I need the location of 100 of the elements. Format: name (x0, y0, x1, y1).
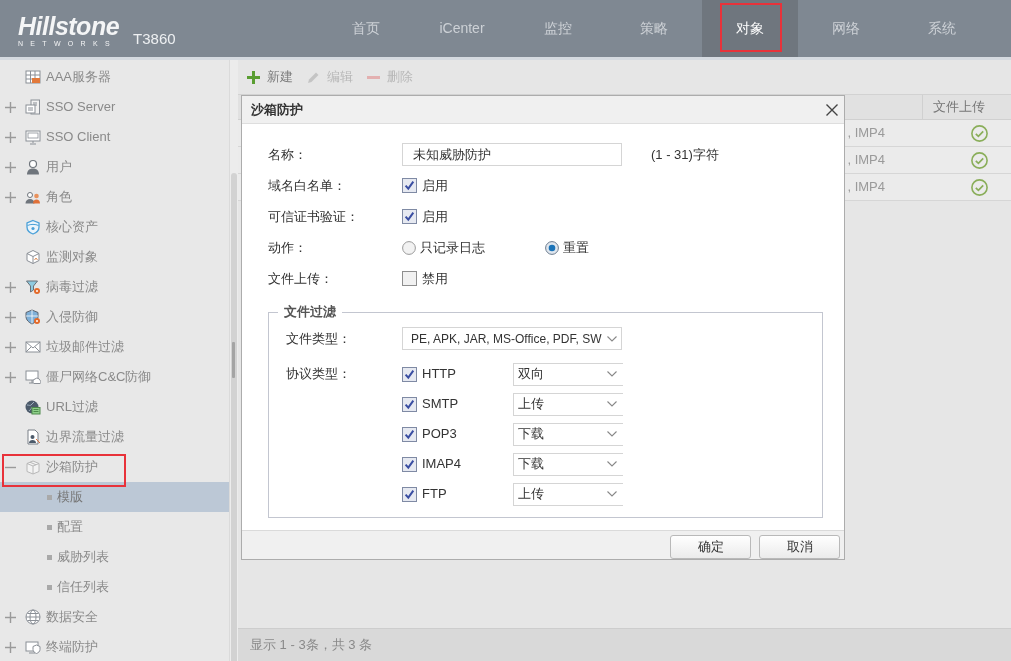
sidebar-item[interactable]: 用户 (0, 152, 229, 182)
nav-tab[interactable]: 策略 (606, 0, 702, 57)
field-label: 文件上传： (268, 269, 334, 288)
nav-tab[interactable]: 监控 (510, 0, 606, 57)
checkbox[interactable] (402, 486, 417, 502)
sidebar-item[interactable]: 边界流量过滤 (0, 422, 229, 452)
checkbox[interactable] (402, 456, 417, 472)
radio-label: 只记录日志 (420, 238, 485, 257)
envelope-icon (25, 339, 41, 355)
checkbox-label: IMAP4 (422, 455, 461, 474)
sidebar-item[interactable]: URL过滤 (0, 392, 229, 422)
file-type-select[interactable]: PE, APK, JAR, MS-Office, PDF, SW (402, 327, 622, 350)
table-row-text: , IMP4 (847, 124, 885, 143)
checkbox-label: 启用 (422, 176, 448, 195)
sidebar-item[interactable]: 沙箱防护 (0, 452, 229, 482)
field-label: 名称： (268, 145, 308, 164)
scrollbar-thumb[interactable] (231, 173, 237, 661)
bullet-icon (47, 524, 52, 530)
plus-icon[interactable] (5, 341, 16, 353)
sidebar-item[interactable]: 配置 (0, 512, 229, 542)
checkbox-label: SMTP (422, 395, 459, 414)
model-label: T3860 (133, 30, 176, 48)
close-icon[interactable] (826, 103, 838, 116)
plus-icon[interactable] (5, 641, 16, 653)
checkbox-label: FTP (422, 485, 447, 504)
minus-icon (367, 75, 380, 79)
sidebar-item[interactable]: 监测对象 (0, 242, 229, 272)
plus-icon[interactable] (5, 191, 16, 203)
cancel-button[interactable]: 取消 (759, 535, 840, 559)
input-hint: (1 - 31)字符 (651, 145, 719, 164)
checkbox[interactable] (402, 178, 417, 193)
direction-select[interactable]: 上传 (513, 392, 623, 416)
sidebar-item[interactable]: 模版 (0, 482, 229, 512)
sidebar-item[interactable]: SSO Server (0, 92, 229, 122)
radio-button[interactable] (545, 240, 559, 255)
sidebar-item[interactable]: 数据安全 (0, 602, 229, 632)
chevron-down-icon (607, 491, 617, 497)
status-text: 显示 1 - 3条，共 3 条 (250, 636, 373, 655)
nav-tab[interactable]: 系统 (894, 0, 990, 57)
table-row-text: , IMP4 (847, 178, 885, 197)
chevron-down-icon (607, 431, 617, 437)
server-icon (25, 69, 41, 85)
plus-icon[interactable] (5, 101, 16, 113)
shield-icon (25, 309, 41, 325)
nav-tab[interactable]: 网络 (798, 0, 894, 57)
scrollbar[interactable] (229, 60, 238, 661)
sidebar-item[interactable]: AAA服务器 (0, 62, 229, 92)
checkbox[interactable] (402, 396, 417, 412)
pencil-icon (307, 70, 320, 84)
chevron-down-icon (607, 461, 617, 467)
sidebar-item[interactable]: 核心资产 (0, 212, 229, 242)
sidebar-item[interactable]: 威胁列表 (0, 542, 229, 572)
sidebar-item[interactable]: 角色 (0, 182, 229, 212)
plus-icon[interactable] (5, 281, 16, 293)
confirm-button[interactable]: 确定 (670, 535, 751, 559)
monitor-icon (25, 129, 41, 145)
radio-button[interactable] (402, 240, 416, 255)
nav-tab[interactable]: 对象 (702, 0, 798, 57)
funnel-icon (25, 279, 41, 295)
server-icon (25, 99, 41, 115)
sidebar-item[interactable]: 僵尸网络C&C防御 (0, 362, 229, 392)
dialog-title: 沙箱防护 (251, 100, 303, 119)
sidebar-item[interactable]: 终端防护 (0, 632, 229, 661)
column-header[interactable]: 文件上传 (933, 97, 985, 117)
plus-icon[interactable] (5, 311, 16, 323)
sidebar-item[interactable]: SSO Client (0, 122, 229, 152)
table-row-text: , IMP4 (847, 151, 885, 170)
checkbox-label: HTTP (422, 365, 456, 384)
sidebar-item[interactable]: 垃圾邮件过滤 (0, 332, 229, 362)
direction-select[interactable]: 双向 (513, 362, 623, 386)
direction-select[interactable]: 下载 (513, 452, 623, 476)
name-input[interactable]: 未知威胁防护 (402, 143, 622, 166)
plus-icon[interactable] (5, 611, 16, 623)
checkbox-label: 禁用 (422, 269, 448, 288)
direction-select[interactable]: 下载 (513, 422, 623, 446)
bullet-icon (47, 554, 52, 560)
chevron-down-icon (607, 335, 617, 342)
checkbox[interactable] (402, 426, 417, 442)
plus-icon[interactable] (5, 161, 16, 173)
document-icon (25, 429, 41, 445)
sidebar-item[interactable]: 病毒过滤 (0, 272, 229, 302)
sidebar-item[interactable]: 信任列表 (0, 572, 229, 602)
monitor-shield-icon (25, 639, 41, 655)
nav-tab[interactable]: iCenter (414, 0, 510, 57)
field-label: 协议类型： (286, 365, 352, 383)
globe-icon (25, 399, 41, 415)
checkbox[interactable] (402, 366, 417, 382)
plus-icon[interactable] (5, 131, 16, 143)
checkbox[interactable] (402, 209, 417, 224)
bullet-icon (47, 584, 52, 590)
checkbox[interactable] (402, 271, 417, 286)
splitter-handle[interactable] (232, 342, 235, 378)
plus-icon[interactable] (5, 371, 16, 383)
checkbox-label: POP3 (422, 425, 457, 444)
new-button[interactable]: 新建 (247, 67, 293, 87)
sidebar-item[interactable]: 入侵防御 (0, 302, 229, 332)
nav-tab[interactable]: 首页 (318, 0, 414, 57)
field-label: 文件类型： (286, 329, 352, 348)
checkbox-label: 启用 (422, 207, 448, 226)
direction-select[interactable]: 上传 (513, 482, 623, 506)
